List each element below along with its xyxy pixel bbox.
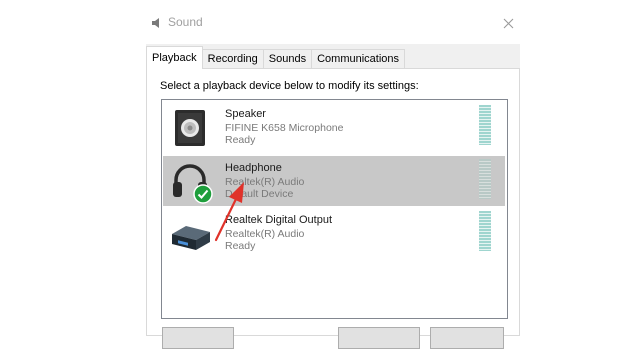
device-description: Realtek(R) Audio — [225, 228, 305, 240]
title-bar: Sound — [140, 0, 528, 44]
set-default-button[interactable] — [338, 327, 420, 349]
device-list[interactable]: Speaker FIFINE K658 Microphone Ready Hea… — [161, 99, 508, 319]
device-status: Default Device — [225, 188, 294, 200]
device-description: Realtek(R) Audio — [225, 176, 305, 188]
device-name: Speaker — [225, 108, 266, 120]
device-status: Ready — [225, 240, 256, 252]
device-description: FIFINE K658 Microphone — [225, 122, 344, 134]
level-meter — [479, 159, 491, 199]
tab-recording[interactable]: Recording — [201, 49, 264, 69]
digital-output-device-icon — [172, 226, 210, 250]
device-item-digital-output[interactable]: Realtek Digital Output Realtek(R) Audio … — [163, 208, 505, 258]
level-meter — [479, 211, 491, 251]
close-button[interactable] — [496, 12, 520, 34]
speaker-icon — [152, 18, 159, 28]
speaker-device-icon — [175, 110, 205, 146]
level-meter — [479, 105, 491, 145]
playback-panel: Select a playback device below to modify… — [146, 68, 520, 336]
properties-button[interactable] — [430, 327, 504, 349]
device-status: Ready — [225, 134, 256, 146]
close-icon — [503, 18, 513, 28]
device-name: Realtek Digital Output — [225, 214, 332, 226]
tab-sounds[interactable]: Sounds — [262, 49, 313, 69]
tab-strip: Playback Recording Sounds Communications — [146, 46, 406, 69]
device-item-speaker[interactable]: Speaker FIFINE K658 Microphone Ready — [163, 102, 505, 152]
instruction-text: Select a playback device below to modify… — [160, 80, 419, 92]
check-icon — [193, 184, 213, 204]
device-item-headphone[interactable]: Headphone Realtek(R) Audio Default Devic… — [163, 156, 505, 206]
tab-communications[interactable]: Communications — [311, 49, 406, 69]
sound-window: Sound Playback Recording Sounds Communic… — [140, 0, 528, 349]
configure-button[interactable] — [162, 327, 234, 349]
tab-playback[interactable]: Playback — [146, 46, 203, 69]
window-title: Sound — [168, 15, 203, 29]
dialog-body: Playback Recording Sounds Communications… — [146, 44, 520, 349]
device-name: Headphone — [225, 162, 282, 174]
